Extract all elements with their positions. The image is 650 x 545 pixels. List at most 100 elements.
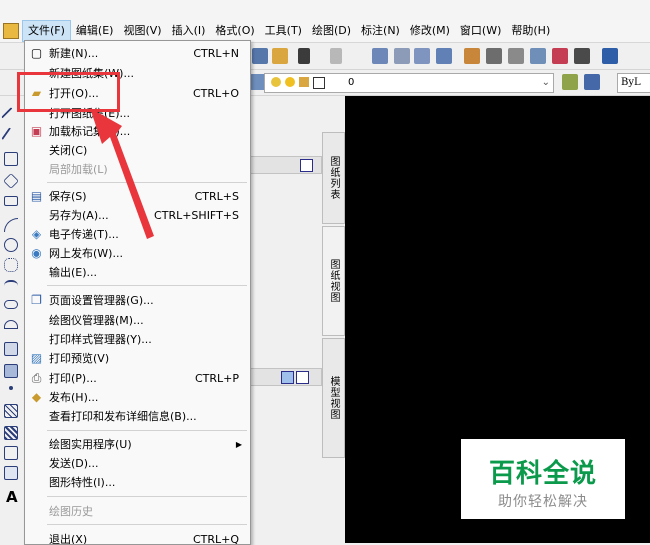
menu-tools[interactable]: 工具(T) (260, 20, 307, 42)
menu-file[interactable]: 文件(F) (22, 20, 71, 42)
undo-icon[interactable] (298, 48, 310, 64)
new-file-icon: ▢ (30, 46, 43, 60)
menu-view[interactable]: 视图(V) (118, 20, 166, 42)
layer-lock-icon[interactable] (299, 77, 309, 87)
menu-item-send[interactable]: 发送(D)... (25, 454, 250, 473)
properties-icon[interactable] (464, 48, 480, 64)
markup-icon[interactable] (552, 48, 568, 64)
tab-model-views[interactable]: 模型视图 (322, 338, 345, 458)
polyline-icon[interactable] (4, 152, 18, 166)
menu-item-plot-details[interactable]: 查看打印和发布详细信息(B)... (25, 407, 250, 426)
draw-toolbar: A (0, 96, 23, 543)
menu-separator (47, 496, 247, 497)
menu-item-close[interactable]: 关闭(C) (25, 141, 250, 160)
zoom-previous-icon[interactable] (436, 48, 452, 64)
insert-block-icon[interactable] (4, 342, 18, 356)
pan-icon[interactable] (372, 48, 388, 64)
layer-on-icon[interactable] (271, 77, 281, 87)
hatch-icon[interactable] (4, 404, 18, 418)
zoom-realtime-icon[interactable] (394, 48, 410, 64)
menu-item-drawing-history: 绘图历史 (49, 505, 93, 518)
chevron-down-icon[interactable]: ⌄ (542, 74, 550, 92)
tool-palettes-icon[interactable] (508, 48, 524, 64)
menu-window[interactable]: 窗口(W) (455, 20, 506, 42)
menu-item-export[interactable]: 输出(E)... (25, 263, 250, 282)
menu-item-save-as[interactable]: 另存为(A)... CTRL+SHIFT+S (25, 206, 250, 225)
make-current-layer-icon[interactable] (562, 74, 578, 90)
publish-web-icon: ◉ (31, 246, 42, 260)
menu-separator (47, 182, 247, 183)
arc-icon[interactable] (4, 218, 18, 232)
watermark-title: 百科全说 (488, 459, 597, 489)
layer-color-icon (313, 77, 325, 89)
revision-cloud-icon[interactable] (4, 258, 18, 272)
spline-icon[interactable] (4, 280, 18, 294)
palette-preview-icon[interactable] (296, 371, 309, 384)
redo-icon[interactable] (330, 48, 342, 64)
menu-dimension[interactable]: 标注(N) (356, 20, 405, 42)
menu-item-publish[interactable]: ◆ 发布(H)... (25, 388, 250, 407)
rectangle-icon[interactable] (4, 196, 18, 206)
layer-freeze-icon[interactable] (285, 77, 295, 87)
menu-item-publish-web[interactable]: ◉ 网上发布(W)... (25, 244, 250, 263)
polygon-icon[interactable] (3, 173, 19, 189)
submenu-arrow-icon: ▶ (235, 440, 242, 449)
make-block-icon[interactable] (4, 364, 18, 378)
pencil-icon[interactable] (252, 48, 268, 64)
tab-sheet-list[interactable]: 图纸列表 (322, 132, 345, 224)
menu-draw[interactable]: 绘图(D) (307, 20, 356, 42)
menu-insert[interactable]: 插入(I) (167, 20, 211, 42)
multiline-text-icon[interactable]: A (6, 488, 18, 506)
ellipse-arc-icon[interactable] (4, 320, 18, 329)
menu-item-plotter-manager[interactable]: 绘图仪管理器(M)... (25, 311, 250, 330)
file-menu-dropdown: ▢ 新建(N)... CTRL+N 新建图纸集(W)... ▰ 打开(O)... C… (24, 40, 251, 545)
calculator-icon[interactable] (574, 48, 590, 64)
construction-line-icon[interactable] (1, 127, 21, 147)
region-icon[interactable] (4, 446, 18, 460)
gradient-icon[interactable] (4, 426, 18, 440)
menu-item-page-setup[interactable]: ❐ 页面设置管理器(G)... (25, 291, 250, 310)
palette-view-icon[interactable] (300, 159, 313, 172)
match-properties-icon[interactable] (272, 48, 288, 64)
ellipse-icon[interactable] (4, 300, 18, 309)
open-highlight-box (17, 72, 120, 112)
app-menu-icon[interactable] (0, 20, 22, 42)
menu-item-load-markup[interactable]: ▣ 加载标记集(K)... (25, 122, 250, 141)
publish-icon: ◆ (31, 390, 42, 404)
palette-detail-icon[interactable] (281, 371, 294, 384)
menu-help[interactable]: 帮助(H) (506, 20, 555, 42)
etransmit-icon: ◈ (31, 227, 42, 241)
tab-sheet-views[interactable]: 图纸视图 (322, 226, 345, 336)
linetype-dropdown[interactable]: ByL (617, 73, 650, 93)
menu-edit[interactable]: 编辑(E) (71, 20, 119, 42)
watermark-logo: 百科全说 助你轻松解决 (461, 439, 625, 519)
menu-item-new[interactable]: ▢ 新建(N)... CTRL+N (25, 44, 250, 63)
menu-format[interactable]: 格式(O) (210, 20, 259, 42)
save-icon: ▤ (30, 189, 43, 203)
menu-item-plot-style-manager[interactable]: 打印样式管理器(Y)... (25, 330, 250, 349)
menu-item-plot[interactable]: ⎙ 打印(P)... CTRL+P (25, 369, 250, 388)
circle-icon[interactable] (4, 238, 18, 252)
menu-item-save[interactable]: ▤ 保存(S) CTRL+S (25, 187, 250, 206)
help-icon[interactable] (602, 48, 618, 64)
menu-modify[interactable]: 修改(M) (405, 20, 455, 42)
layer-dropdown[interactable]: 0 ⌄ (264, 73, 554, 93)
menu-item-drawing-utilities[interactable]: 绘图实用程序(U) ▶ (25, 435, 250, 454)
point-icon[interactable] (9, 386, 13, 390)
layer-previous-icon[interactable] (584, 74, 600, 90)
menu-item-plot-preview[interactable]: ▨ 打印预览(V) (25, 349, 250, 368)
sheet-set-icon[interactable] (530, 48, 546, 64)
menu-item-drawing-properties[interactable]: 图形特性(I)... (25, 473, 250, 492)
design-center-icon[interactable] (486, 48, 502, 64)
menu-item-partial-load: 局部加载(L) (49, 163, 108, 176)
page-setup-icon: ❐ (31, 293, 42, 307)
menu-separator (47, 285, 247, 286)
zoom-window-icon[interactable] (414, 48, 430, 64)
menu-separator (47, 430, 247, 431)
layer-name: 0 (348, 77, 355, 88)
watermark-subtitle: 助你轻松解决 (498, 494, 588, 510)
markup-set-icon: ▣ (30, 124, 43, 138)
title-bar (0, 0, 650, 20)
table-icon[interactable] (4, 466, 18, 480)
menu-item-etransmit[interactable]: ◈ 电子传递(T)... (25, 225, 250, 244)
